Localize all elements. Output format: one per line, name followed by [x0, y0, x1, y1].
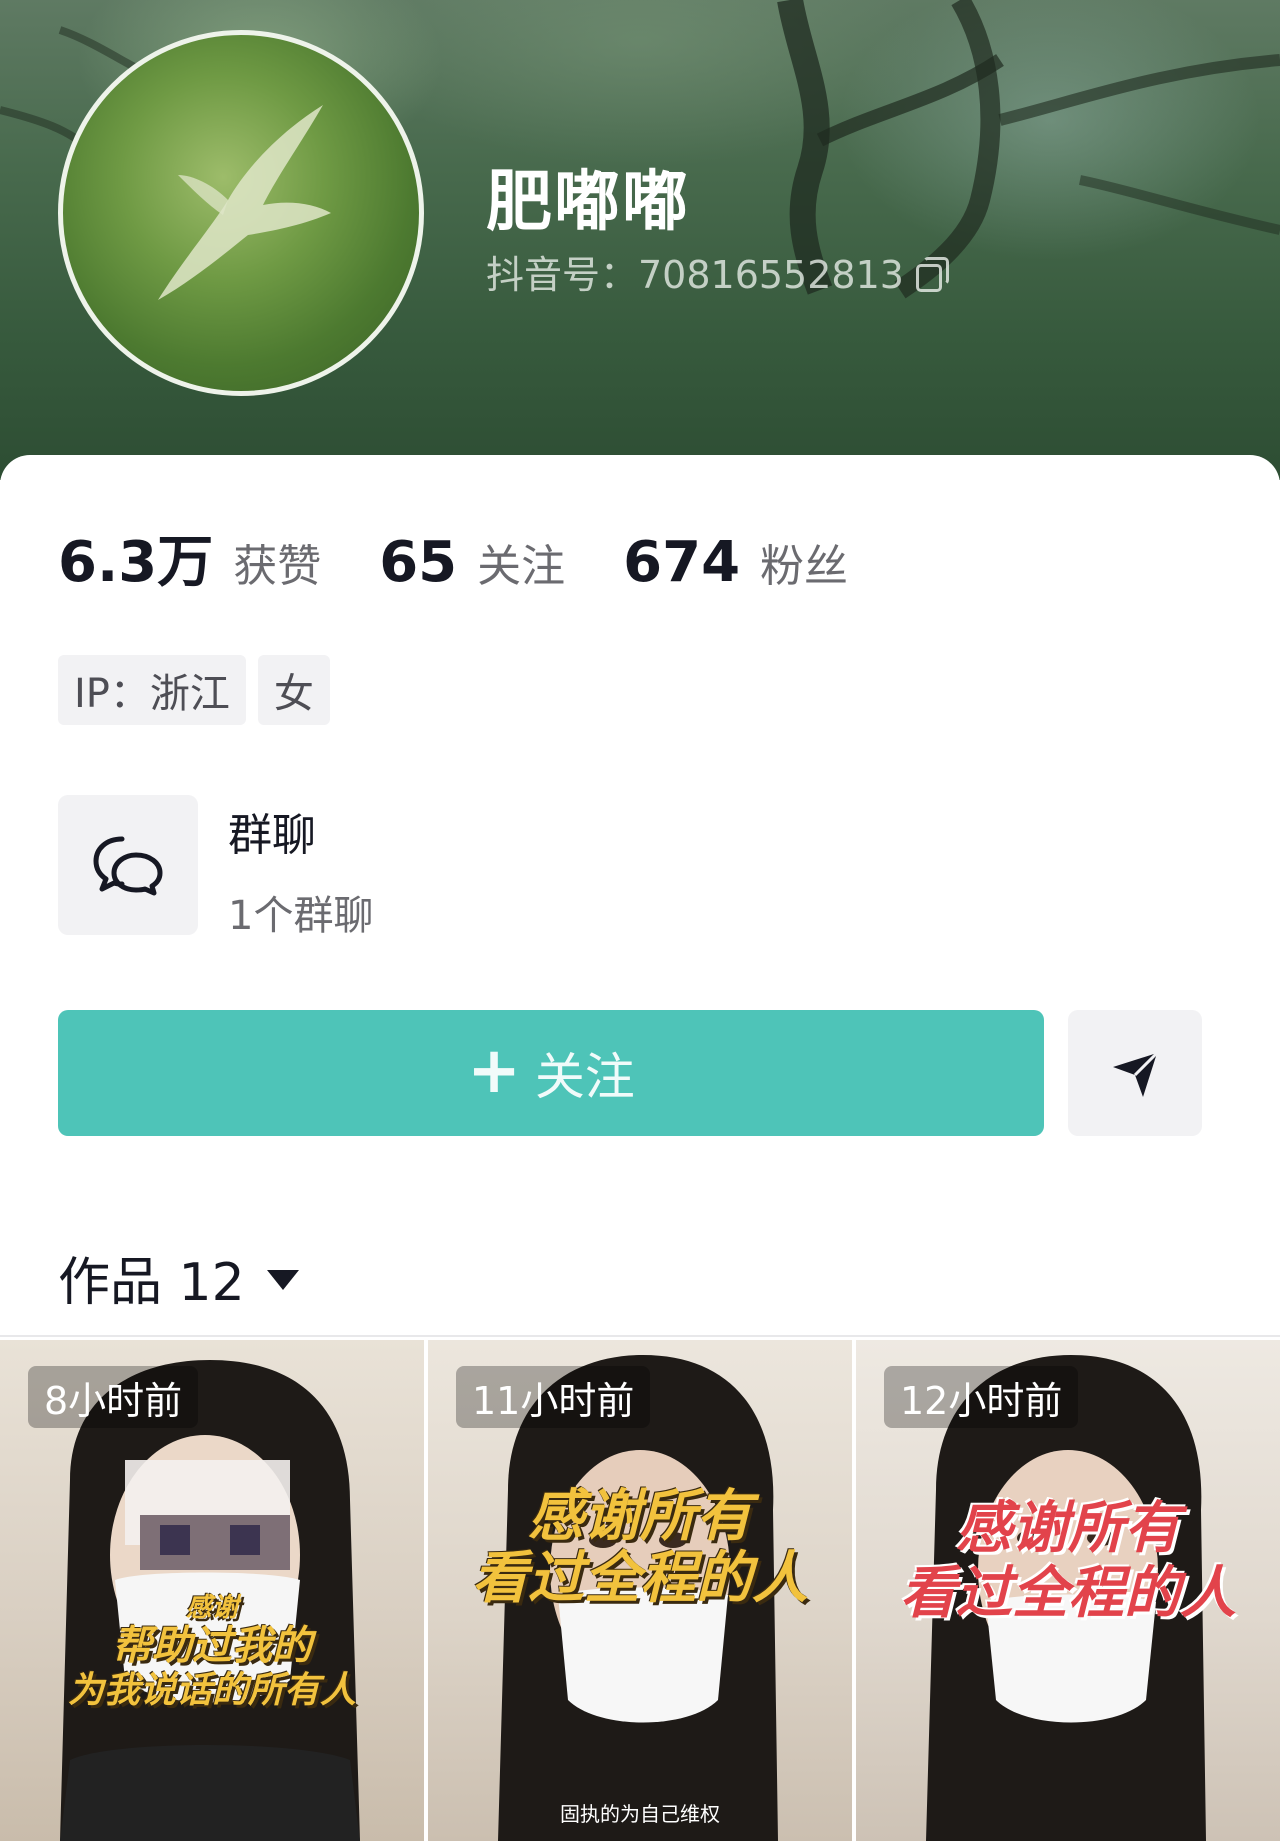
stat-followers[interactable]: 674 粉丝	[623, 530, 848, 595]
video-tile[interactable]: 8小时前 感谢 帮助过我的 为我说话的所有人	[0, 1340, 424, 1841]
copy-icon[interactable]	[914, 256, 949, 292]
video-caption-line: 感谢	[185, 1593, 238, 1623]
video-caption-line: 帮助过我的	[112, 1623, 312, 1669]
video-tile[interactable]: 12小时前 感谢所有 看过全程的人	[856, 1340, 1280, 1841]
caret-down-icon[interactable]	[266, 1269, 299, 1290]
stat-value: 6.3万	[58, 530, 214, 595]
video-caption-line: 为我说话的所有人	[67, 1670, 356, 1711]
video-time-badge: 12小时前	[884, 1366, 1079, 1428]
group-chat-icon-box	[58, 795, 198, 935]
video-caption-line: 看过全程的人	[472, 1546, 808, 1611]
stat-label: 粉丝	[760, 541, 849, 592]
group-chat-entry[interactable]: 群聊 1个群聊	[58, 795, 958, 945]
ip-location-tag: IP：浙江	[58, 655, 246, 725]
video-subtitle: 固执的为自己维权	[560, 1802, 720, 1826]
video-time-badge: 11小时前	[456, 1366, 651, 1428]
video-caption-line: 看过全程的人	[900, 1561, 1236, 1626]
stat-following[interactable]: 65 关注	[379, 530, 565, 595]
stat-likes[interactable]: 6.3万 获赞	[58, 517, 321, 598]
gender-tag: 女	[257, 655, 330, 725]
follow-button[interactable]: + 关注	[58, 1010, 1044, 1136]
stat-label: 关注	[477, 541, 566, 592]
video-time-badge: 8小时前	[28, 1366, 199, 1428]
share-button[interactable]	[1068, 1010, 1202, 1136]
video-tile[interactable]: 11小时前 感谢所有 看过全程的人 固执的为自己维权	[428, 1340, 852, 1841]
stat-value: 65	[379, 530, 458, 595]
avatar[interactable]	[58, 30, 424, 396]
video-grid: 8小时前 感谢 帮助过我的 为我说话的所有人 11小时前 感谢所有 看过全程的人…	[0, 1340, 1280, 1841]
group-chat-count: 1个群聊	[228, 893, 374, 939]
douyin-id-text: 抖音号：70816552813	[486, 253, 904, 297]
divider	[0, 1335, 1280, 1337]
works-tab[interactable]: 作品 12	[58, 1240, 299, 1315]
profile-panel: 6.3万 获赞 65 关注 674 粉丝 IP：浙江 女 群聊 1个群聊 + 关…	[0, 455, 1280, 1841]
stat-value: 674	[623, 530, 741, 595]
chat-bubbles-icon	[93, 836, 163, 896]
group-chat-title: 群聊	[228, 810, 316, 861]
stats-row: 6.3万 获赞 65 关注 674 粉丝	[58, 517, 906, 598]
send-icon	[1113, 1051, 1159, 1097]
follow-button-label: 关注	[534, 1048, 635, 1106]
video-caption-line: 感谢所有	[528, 1484, 752, 1549]
stat-label: 获赞	[233, 541, 322, 592]
profile-tags: IP：浙江 女	[58, 655, 330, 725]
bird-avatar-image	[158, 105, 331, 300]
plus-icon: +	[467, 1034, 521, 1108]
douyin-id: 抖音号：70816552813	[486, 244, 949, 299]
nickname: 肥嘟嘟	[486, 163, 690, 240]
video-caption-line: 感谢所有	[956, 1496, 1180, 1561]
works-tab-label: 作品 12	[58, 1253, 245, 1313]
profile-cover: 肥嘟嘟 抖音号：70816552813	[0, 0, 1280, 480]
